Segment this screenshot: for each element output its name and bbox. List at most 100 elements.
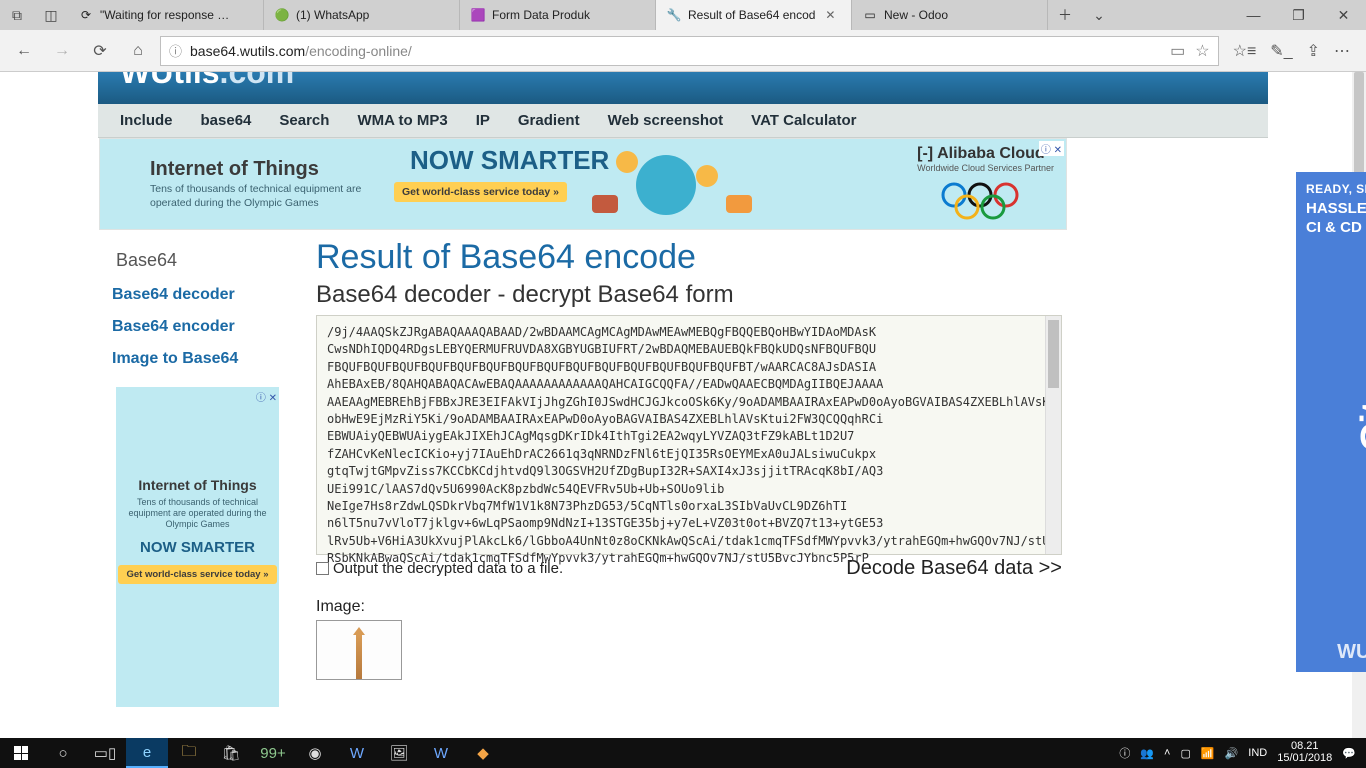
cortana-search-icon[interactable]: ○ xyxy=(42,738,84,768)
tab-strip: ⧉ ◫ ⟳ "Waiting for response from 🟢 (1) W… xyxy=(0,0,1366,30)
right-ad-hf2: CI & CD SERVER xyxy=(1296,219,1366,238)
base64-content[interactable]: /9j/4AAQSkZJRgABAQAAAQABAAD/2wBDAAMCAgMC… xyxy=(317,316,1061,575)
more-icon[interactable]: ⋯ xyxy=(1334,41,1350,61)
close-window-button[interactable]: ✕ xyxy=(1321,0,1366,30)
pencil-icon xyxy=(356,635,362,679)
wutils-icon: 🔧 xyxy=(666,7,682,23)
tab-title: Form Data Produk xyxy=(492,8,590,22)
nav-include[interactable]: Include xyxy=(120,112,173,129)
nav-vat-calculator[interactable]: VAT Calculator xyxy=(751,112,856,129)
people-tray-icon[interactable]: 👥 xyxy=(1140,747,1154,760)
page-title: Result of Base64 encode xyxy=(316,238,1264,277)
start-button[interactable] xyxy=(0,738,42,768)
site-logo[interactable]: WUtils.com xyxy=(120,72,294,91)
tab-form-data[interactable]: 🟪 Form Data Produk xyxy=(460,0,656,30)
nav-base64[interactable]: base64 xyxy=(201,112,252,129)
sidebar-link-image-to-base64[interactable]: Image to Base64 xyxy=(108,343,298,375)
taskbar-word2[interactable]: W xyxy=(420,738,462,768)
main-content: Result of Base64 encode Base64 decoder -… xyxy=(298,236,1268,707)
task-view-icon[interactable]: ▭▯ xyxy=(84,738,126,768)
sidebar-heading: Base64 xyxy=(108,244,298,279)
tabs-preview-icon[interactable]: ◫ xyxy=(34,0,68,30)
nav-ip[interactable]: IP xyxy=(476,112,490,129)
form-icon: 🟪 xyxy=(470,7,486,23)
window-controls: — ❐ ✕ xyxy=(1231,0,1366,30)
action-center-icon[interactable]: 💬 xyxy=(1342,747,1356,760)
tab-title: "Waiting for response from xyxy=(100,8,230,22)
url-input[interactable]: ⓘ base64.wutils.com/encoding-online/ ▭ ☆ xyxy=(160,36,1219,66)
ad-iot-sub: Tens of thousands of technical equipment… xyxy=(150,183,380,209)
battery-tray-icon[interactable]: ▢ xyxy=(1180,747,1190,760)
tab-waiting[interactable]: ⟳ "Waiting for response from xyxy=(68,0,264,30)
browser-window: ⧉ ◫ ⟳ "Waiting for response from 🟢 (1) W… xyxy=(0,0,1366,72)
volume-tray-icon[interactable]: 🔊 xyxy=(1225,747,1239,760)
site-header: WUtils.com xyxy=(98,72,1268,104)
help-tray-icon[interactable]: ⓘ xyxy=(1119,745,1130,761)
sidebar-ad[interactable]: ⓘ ✕ Internet of Things Tens of thousands… xyxy=(116,387,279,707)
reading-view-icon[interactable]: ▭ xyxy=(1170,41,1185,61)
taskbar-photos[interactable]: 🖼 xyxy=(378,738,420,768)
clock-date: 15/01/2018 xyxy=(1277,753,1332,765)
textarea-scrollbar[interactable] xyxy=(1045,316,1061,554)
notes-icon[interactable]: ✎_ xyxy=(1270,41,1292,61)
back-button[interactable]: ← xyxy=(8,35,40,67)
site-nav: Include base64 Search WMA to MP3 IP Grad… xyxy=(98,104,1268,138)
tab-odoo[interactable]: ▭ New - Odoo xyxy=(852,0,1048,30)
ad-alibaba: [-]Alibaba Cloud Worldwide Cloud Service… xyxy=(917,145,1054,173)
taskbar-explorer[interactable]: 🗀 xyxy=(168,738,210,768)
logo-left: WUtils xyxy=(120,72,220,90)
ad-cta-button[interactable]: Get world-class service today » xyxy=(394,182,567,202)
minimize-button[interactable]: — xyxy=(1231,0,1276,30)
home-button[interactable]: ⌂ xyxy=(122,35,154,67)
taskbar-clock[interactable]: 08.21 15/01/2018 xyxy=(1277,741,1332,764)
taskbar-app[interactable]: ◆ xyxy=(462,738,504,768)
url-host: base64.wutils.com xyxy=(190,43,305,59)
nav-web-screenshot[interactable]: Web screenshot xyxy=(608,112,724,129)
image-preview xyxy=(316,620,402,680)
taskbar-edge[interactable]: e xyxy=(126,738,168,768)
nav-search[interactable]: Search xyxy=(279,112,329,129)
ali-sub-text: Worldwide Cloud Services Partner xyxy=(917,163,1054,173)
tray-chevron-icon[interactable]: ˄ xyxy=(1164,747,1170,759)
viewport: WUtils.com Include base64 Search WMA to … xyxy=(0,72,1366,738)
base64-textarea[interactable]: /9j/4AAQSkZJRgABAQAAAQABAAD/2wBDAAMCAgMC… xyxy=(316,315,1062,555)
taskbar-store[interactable]: 🛍 xyxy=(210,738,252,768)
address-bar: ← → ⟳ ⌂ ⓘ base64.wutils.com/encoding-onl… xyxy=(0,30,1366,72)
tabs-aside-icon[interactable]: ⧉ xyxy=(0,0,34,30)
page-subtitle: Base64 decoder - decrypt Base64 form xyxy=(316,281,1264,309)
ad-graphic xyxy=(556,145,776,225)
ad-info-close-icon[interactable]: ⓘ ✕ xyxy=(256,389,277,404)
nav-gradient[interactable]: Gradient xyxy=(518,112,580,129)
favorite-icon[interactable]: ☆ xyxy=(1195,41,1209,61)
site-info-icon[interactable]: ⓘ xyxy=(169,41,182,60)
sidebar: Base64 Base64 decoder Base64 encoder Ima… xyxy=(98,236,298,707)
odoo-icon: ▭ xyxy=(862,7,878,23)
forward-button[interactable]: → xyxy=(46,35,78,67)
close-tab-icon[interactable]: ✕ xyxy=(825,8,835,22)
ad-info-close-icon[interactable]: ⓘ ✕ xyxy=(1039,141,1064,156)
tab-whatsapp[interactable]: 🟢 (1) WhatsApp xyxy=(264,0,460,30)
ad-hero[interactable]: Internet of Things Tens of thousands of … xyxy=(99,138,1067,230)
tab-base64-result[interactable]: 🔧 Result of Base64 encod ✕ xyxy=(656,0,852,30)
logo-right: .com xyxy=(220,72,295,90)
favorites-bar-icon[interactable]: ☆≡ xyxy=(1233,41,1257,61)
page-body: WUtils.com Include base64 Search WMA to … xyxy=(98,72,1268,707)
new-tab-button[interactable]: ＋ xyxy=(1048,0,1082,30)
nav-wma-to-mp3[interactable]: WMA to MP3 xyxy=(357,112,447,129)
sidebar-ad-cta[interactable]: Get world-class service today » xyxy=(118,565,276,584)
sidebar-link-decoder[interactable]: Base64 decoder xyxy=(108,279,298,311)
right-ad[interactable]: ⓘ ✕ READY, SET, BUILD! HASSLE-FREE CI & … xyxy=(1296,172,1366,672)
scrollbar-thumb[interactable] xyxy=(1048,320,1059,388)
right-ad-rsb: READY, SET, BUILD! xyxy=(1296,172,1366,200)
restore-button[interactable]: ❐ xyxy=(1276,0,1321,30)
ali-logo-text: Alibaba Cloud xyxy=(937,145,1045,163)
tabs-chevron-icon[interactable]: ⌄ xyxy=(1082,0,1116,30)
wifi-tray-icon[interactable]: 📶 xyxy=(1201,747,1215,760)
sidebar-link-encoder[interactable]: Base64 encoder xyxy=(108,311,298,343)
share-icon[interactable]: ⇪ xyxy=(1307,41,1320,61)
taskbar-chrome[interactable]: ◉ xyxy=(294,738,336,768)
taskbar-word1[interactable]: W xyxy=(336,738,378,768)
taskbar-mail[interactable]: 99+ xyxy=(252,738,294,768)
language-indicator[interactable]: IND xyxy=(1248,747,1267,759)
refresh-button[interactable]: ⟳ xyxy=(84,35,116,67)
